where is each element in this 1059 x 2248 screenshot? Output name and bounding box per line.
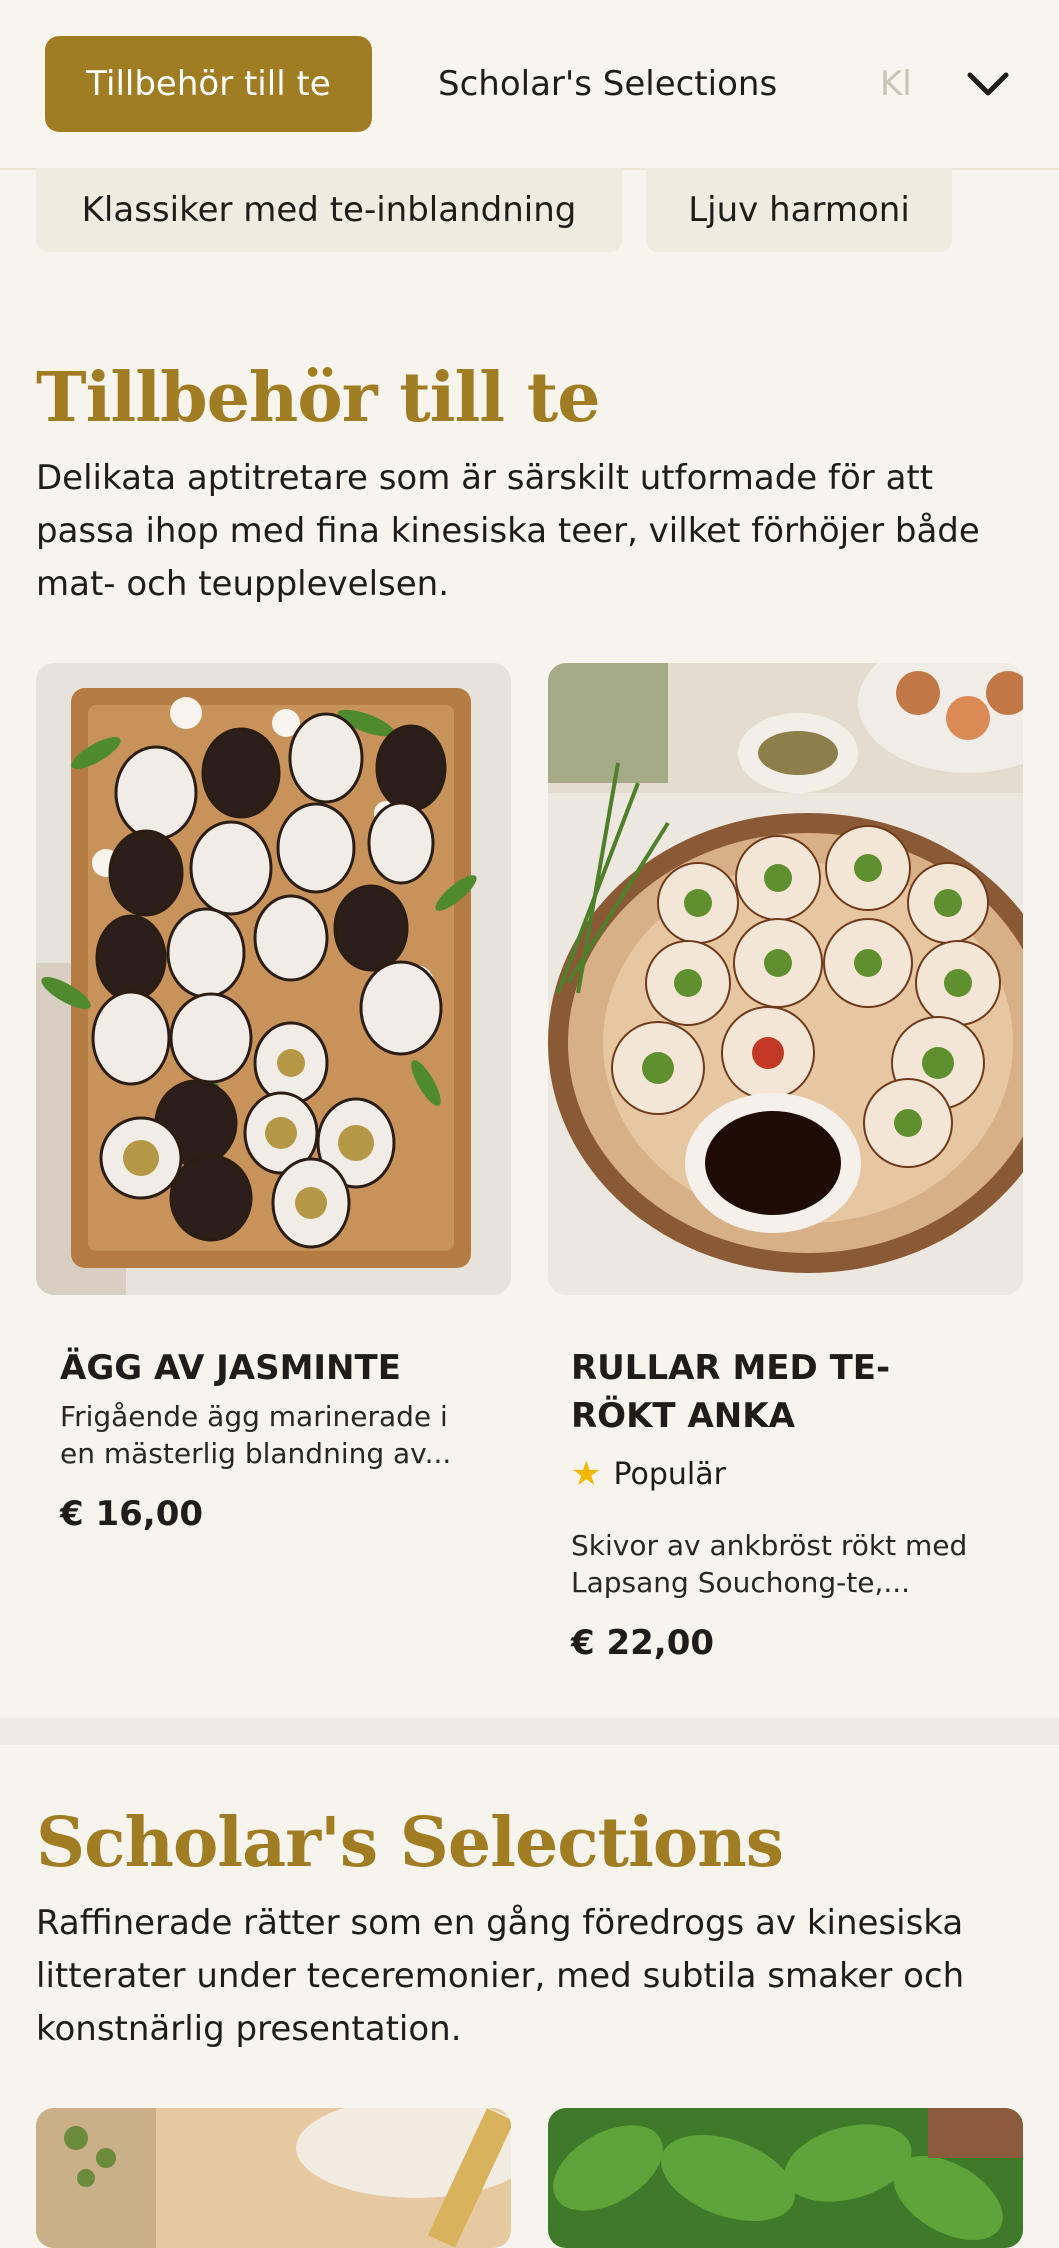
section-description-scholars: Raffinerade rätter som en gång föredrogs… (36, 1903, 965, 2049)
category-nav: Tillbehör till te Scholar's Selections K… (0, 0, 1059, 170)
section-description-tillbehor: Delikata aptitretare som är särskilt utf… (36, 458, 980, 604)
star-icon: ★ (571, 1454, 602, 1494)
popular-badge: ★ Populär (571, 1454, 726, 1494)
product-image-scholars-2[interactable] (548, 2108, 1023, 2248)
tab-scholars-selections[interactable]: Scholar's Selections (438, 36, 777, 132)
tab-tillbehor[interactable]: Tillbehör till te (45, 36, 372, 132)
product-image-scholars-1[interactable] (36, 2108, 511, 2248)
product-price-jasmine-eggs: € 16,00 (60, 1494, 204, 1534)
product-description-duck-rolls: Skivor av ankbröst rökt med Lapsang Souc… (571, 1529, 968, 1599)
product-name-jasmine-eggs[interactable]: ÄGG AV JASMINTE (60, 1344, 480, 1392)
product-price-duck-rolls: € 22,00 (571, 1623, 715, 1663)
popular-badge-label: Populär (613, 1456, 726, 1492)
section-title-tillbehor: Tillbehör till te (36, 358, 600, 438)
product-description-jasmine-eggs: Frigående ägg marinerade i en mästerlig … (60, 1400, 452, 1470)
product-image-jasmine-eggs[interactable] (36, 663, 511, 1295)
chevron-down-icon[interactable] (962, 58, 1014, 110)
chip-ljuv-harmoni[interactable]: Ljuv harmoni (646, 168, 952, 252)
product-image-duck-rolls[interactable] (548, 663, 1023, 1295)
section-title-scholars: Scholar's Selections (36, 1803, 784, 1883)
product-name-duck-rolls[interactable]: RULLAR MED TE-RÖKT ANKA (571, 1344, 991, 1440)
chip-klassiker[interactable]: Klassiker med te-inblandning (36, 168, 622, 252)
section-divider (0, 1718, 1059, 1745)
tab-klassiker-partial[interactable]: Kl (880, 36, 928, 132)
